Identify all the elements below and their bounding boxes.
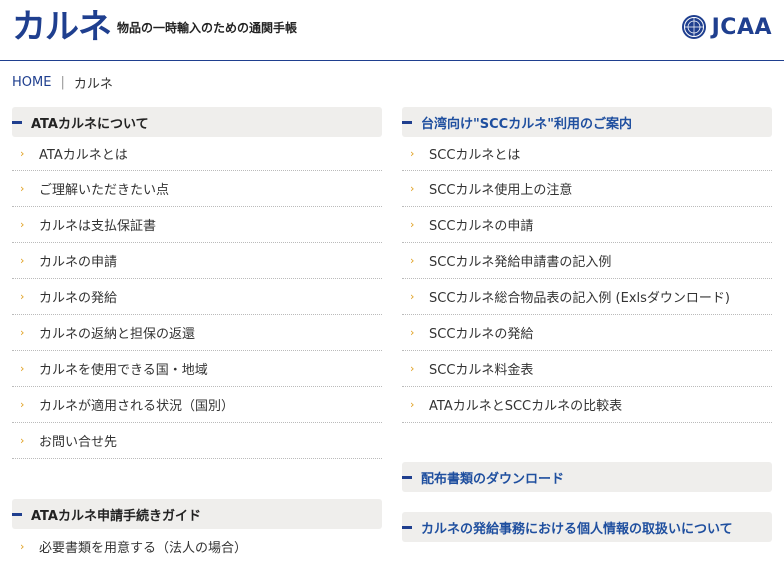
menu-item-label: カルネの発給 [39, 291, 118, 306]
menu-item-notes[interactable]: › ご理解いただきたい点 [12, 171, 382, 207]
menu-item-application[interactable]: › カルネの申請 [12, 243, 382, 279]
menu-item-label: カルネが適用される状況（国別） [39, 399, 235, 414]
section-bar-icon [12, 512, 22, 516]
breadcrumb: HOME | カルネ [12, 73, 113, 92]
left-column: ATAカルネについて › ATAカルネとは › ご理解いただきたい点 › カルネは支払… [12, 107, 382, 563]
chevron-right-icon: › [410, 218, 415, 231]
chevron-right-icon: › [410, 182, 415, 195]
menu-item-label: カルネの申請 [39, 255, 118, 270]
chevron-right-icon: › [410, 362, 415, 375]
chevron-right-icon: › [20, 147, 25, 160]
section-privacy[interactable]: カルネの発給事務における個人情報の取扱いについて [402, 512, 772, 542]
menu-item-contact[interactable]: › お問い合せ先 [12, 423, 382, 459]
menu-item-label: SCCカルネ料金表 [429, 363, 534, 378]
menu-item-label: お問い合せ先 [39, 435, 118, 450]
site-subtitle: 物品の一時輸入のための通関手帳 [117, 21, 298, 35]
menu-item-scc-goods-list-example[interactable]: › SCCカルネ総合物品表の記入例 (Exlsダウンロード) [402, 279, 772, 315]
chevron-right-icon: › [20, 434, 25, 447]
menu-item-label: ATAカルネとSCCカルネの比較表 [429, 399, 623, 414]
chevron-right-icon: › [410, 398, 415, 411]
section-bar-icon [12, 120, 22, 124]
section-application-guide[interactable]: ATAカルネ申請手続きガイド [12, 499, 382, 529]
menu-item-scc-notes[interactable]: › SCCカルネ使用上の注意 [402, 171, 772, 207]
menu-item-label: SCCカルネの発給 [429, 327, 534, 342]
menu-item-label: ATAカルネとは [39, 148, 128, 163]
chevron-right-icon: › [20, 290, 25, 303]
site-header: カルネ 物品の一時輸入のための通関手帳 JCAA [0, 0, 784, 61]
chevron-right-icon: › [20, 362, 25, 375]
section-scc-carnet[interactable]: 台湾向け"SCCカルネ"利用のご案内 [402, 107, 772, 137]
chevron-right-icon: › [20, 218, 25, 231]
chevron-right-icon: › [410, 147, 415, 160]
application-guide-menu: › 必要書類を用意する（法人の場合） [12, 529, 382, 563]
menu-item-label: SCCカルネの申請 [429, 219, 534, 234]
chevron-right-icon: › [20, 254, 25, 267]
section-ata-carnet-about[interactable]: ATAカルネについて [12, 107, 382, 137]
menu-item-label: カルネの返納と担保の返還 [39, 327, 196, 342]
menu-item-payment-guarantee[interactable]: › カルネは支払保証書 [12, 207, 382, 243]
chevron-right-icon: › [410, 254, 415, 267]
menu-item-ata-carnet-what[interactable]: › ATAカルネとは [12, 137, 382, 171]
right-column: 台湾向け"SCCカルネ"利用のご案内 › SCCカルネとは › SCCカルネ使用上の… [402, 107, 772, 542]
menu-item-scc-application[interactable]: › SCCカルネの申請 [402, 207, 772, 243]
menu-item-required-documents[interactable]: › 必要書類を用意する（法人の場合） [12, 529, 382, 563]
scc-carnet-menu: › SCCカルネとは › SCCカルネ使用上の注意 › SCCカルネの申請 › SCCカ… [402, 137, 772, 423]
breadcrumb-separator: | [60, 75, 65, 90]
breadcrumb-home-link[interactable]: HOME [12, 75, 51, 90]
menu-item-label: SCCカルネとは [429, 148, 521, 163]
chevron-right-icon: › [20, 539, 25, 553]
menu-item-return-refund[interactable]: › カルネの返納と担保の返還 [12, 315, 382, 351]
menu-item-scc-form-example[interactable]: › SCCカルネ発給申請書の記入例 [402, 243, 772, 279]
jcaa-logo-text: JCAA [711, 14, 772, 40]
site-logo[interactable]: カルネ [12, 2, 112, 52]
breadcrumb-current: カルネ [73, 77, 113, 92]
section-title: 台湾向け"SCCカルネ"利用のご案内 [421, 116, 632, 132]
jcaa-emblem-icon [681, 15, 706, 39]
section-title: ATAカルネ申請手続きガイド [31, 508, 201, 524]
chevron-right-icon: › [20, 326, 25, 339]
section-title: ATAカルネについて [31, 116, 149, 132]
menu-item-label: SCCカルネ使用上の注意 [429, 183, 573, 198]
menu-item-label: 必要書類を用意する（法人の場合） [39, 540, 248, 556]
chevron-right-icon: › [410, 326, 415, 339]
jcaa-logo[interactable]: JCAA [681, 12, 772, 42]
menu-item-scc-fees[interactable]: › SCCカルネ料金表 [402, 351, 772, 387]
menu-item-label: カルネを使用できる国・地域 [39, 363, 208, 378]
menu-item-ata-scc-comparison[interactable]: › ATAカルネとSCCカルネの比較表 [402, 387, 772, 423]
section-downloads[interactable]: 配布書類のダウンロード [402, 462, 772, 492]
menu-item-situations[interactable]: › カルネが適用される状況（国別） [12, 387, 382, 423]
menu-item-scc-what[interactable]: › SCCカルネとは [402, 137, 772, 171]
menu-item-label: カルネは支払保証書 [39, 219, 157, 234]
menu-item-issuance[interactable]: › カルネの発給 [12, 279, 382, 315]
chevron-right-icon: › [20, 398, 25, 411]
section-title: カルネの発給事務における個人情報の取扱いについて [421, 521, 733, 537]
chevron-right-icon: › [410, 290, 415, 303]
section-bar-icon [402, 475, 412, 479]
section-bar-icon [402, 120, 412, 124]
menu-item-countries[interactable]: › カルネを使用できる国・地域 [12, 351, 382, 387]
ata-carnet-menu: › ATAカルネとは › ご理解いただきたい点 › カルネは支払保証書 › カルネの申請… [12, 137, 382, 459]
menu-item-label: SCCカルネ発給申請書の記入例 [429, 255, 612, 270]
chevron-right-icon: › [20, 182, 25, 195]
menu-item-scc-issuance[interactable]: › SCCカルネの発給 [402, 315, 772, 351]
menu-item-label: ご理解いただきたい点 [39, 183, 170, 198]
section-title: 配布書類のダウンロード [421, 471, 565, 487]
menu-item-label: SCCカルネ総合物品表の記入例 (Exlsダウンロード) [429, 291, 730, 306]
section-bar-icon [402, 525, 412, 529]
